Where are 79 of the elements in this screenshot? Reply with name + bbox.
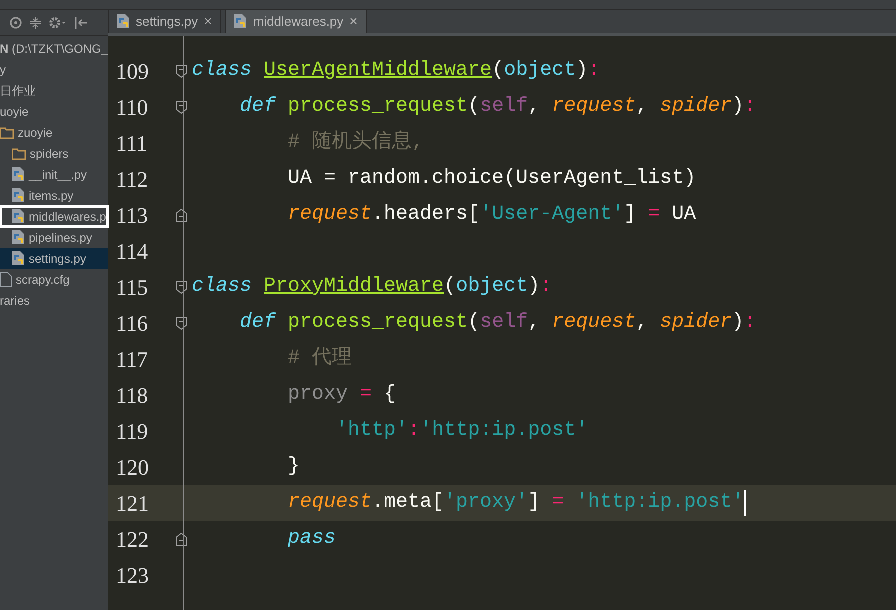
line-number: 119 bbox=[115, 418, 150, 446]
code-line: class ProxyMiddleware(object): bbox=[192, 274, 552, 300]
line-number: 110 bbox=[115, 94, 150, 122]
python-file-icon bbox=[234, 14, 248, 29]
tab-label: settings.py bbox=[136, 12, 198, 31]
hide-panel-icon[interactable] bbox=[75, 16, 87, 28]
code-line: class UserAgentMiddleware(object): bbox=[192, 58, 600, 84]
tree-item-label: pipelines.py bbox=[29, 230, 92, 246]
tree-item-label: 日作业 bbox=[0, 82, 36, 100]
line-number: 121 bbox=[115, 490, 150, 518]
line-number: 112 bbox=[115, 166, 150, 194]
editor-tab[interactable]: middlewares.py × bbox=[225, 9, 367, 33]
tree-item[interactable]: y bbox=[0, 59, 108, 80]
fold-icon[interactable] bbox=[176, 208, 186, 222]
line-number: 113 bbox=[115, 202, 150, 230]
line-number: 120 bbox=[115, 454, 150, 482]
code-line: request.meta['proxy'] = 'http:ip.post' bbox=[287, 490, 744, 516]
code-line: proxy = { bbox=[287, 382, 396, 408]
tab-label: middlewares.py bbox=[253, 12, 344, 31]
fold-icon[interactable] bbox=[176, 280, 186, 294]
line-number: 123 bbox=[115, 562, 150, 590]
tree-item[interactable]: settings.py bbox=[0, 248, 108, 269]
fold-icon[interactable] bbox=[176, 532, 186, 546]
collapse-icon[interactable] bbox=[30, 16, 41, 28]
tree-item[interactable]: middlewares.p bbox=[0, 206, 108, 227]
tree-item[interactable]: uoyie bbox=[0, 101, 108, 122]
code-line: # 随机头信息, bbox=[287, 130, 424, 156]
settings-icon[interactable] bbox=[49, 16, 67, 28]
tree-item[interactable]: pipelines.py bbox=[0, 227, 108, 248]
folder-icon bbox=[12, 148, 26, 160]
tree-item-label: items.py bbox=[29, 188, 74, 204]
line-number: 115 bbox=[115, 274, 150, 302]
code-line: UA = random.choice(UserAgent_list) bbox=[287, 166, 696, 192]
line-number: 117 bbox=[115, 346, 150, 374]
tree-item-label: raries bbox=[0, 292, 30, 310]
code-line: } bbox=[287, 454, 300, 480]
tree-item-label: zuoyie bbox=[18, 124, 53, 142]
code-line: request.headers['User-Agent'] = UA bbox=[287, 202, 696, 228]
code-line: pass bbox=[287, 526, 336, 552]
tree-item-label: __init__.py bbox=[29, 166, 88, 184]
tree-item[interactable]: 日作业 bbox=[0, 80, 108, 101]
fold-icon[interactable] bbox=[176, 64, 186, 78]
line-number: 118 bbox=[115, 382, 150, 410]
line-number: 116 bbox=[115, 310, 150, 338]
tree-item-label: middlewares.p bbox=[29, 208, 106, 226]
close-tab-button[interactable]: × bbox=[204, 11, 212, 32]
code-line: def process_request(self, request, spider): bbox=[239, 310, 756, 336]
tree-item[interactable]: items.py bbox=[0, 185, 108, 206]
folder-icon bbox=[0, 126, 14, 138]
line-number: 122 bbox=[115, 526, 150, 554]
close-tab-button[interactable]: × bbox=[350, 11, 358, 32]
fold-icon[interactable] bbox=[176, 316, 186, 330]
text-cursor bbox=[744, 490, 746, 516]
tree-item-label: spiders bbox=[30, 146, 69, 162]
tree-item[interactable]: raries bbox=[0, 290, 108, 311]
line-number: 109 bbox=[115, 58, 150, 86]
python-file-icon bbox=[12, 188, 25, 203]
tree-item[interactable]: __init__.py bbox=[0, 164, 108, 185]
python-file-icon bbox=[12, 230, 25, 245]
tree-item-label: scrapy.cfg bbox=[16, 272, 70, 288]
line-number: 114 bbox=[115, 238, 150, 266]
tree-item[interactable]: zuoyie bbox=[0, 122, 108, 143]
python-file-icon bbox=[12, 167, 25, 182]
tree-item-label: y bbox=[0, 62, 6, 78]
tree-item[interactable]: spiders bbox=[0, 143, 108, 164]
tree-item-label: settings.py bbox=[29, 250, 86, 268]
python-file-icon bbox=[12, 209, 25, 224]
tree-item-label: uoyie bbox=[0, 104, 29, 120]
fold-icon[interactable] bbox=[176, 100, 186, 114]
code-line: def process_request(self, request, spider): bbox=[239, 94, 756, 120]
editor-tab[interactable]: settings.py × bbox=[108, 9, 222, 33]
python-file-icon bbox=[117, 14, 130, 29]
code-line: 'http':'http:ip.post' bbox=[335, 418, 588, 444]
file-icon bbox=[0, 272, 12, 287]
tree-item[interactable]: scrapy.cfg bbox=[0, 269, 108, 290]
locate-icon[interactable] bbox=[10, 16, 22, 28]
line-number: 111 bbox=[115, 130, 148, 158]
code-line: # 代理 bbox=[287, 346, 352, 372]
python-file-icon bbox=[12, 251, 25, 266]
